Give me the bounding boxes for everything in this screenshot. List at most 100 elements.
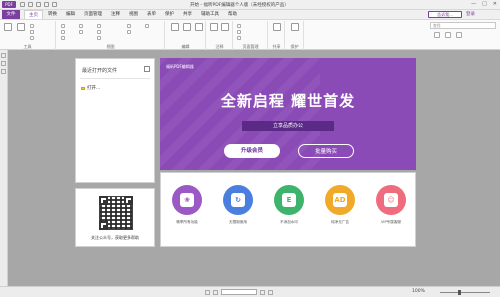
reflow-icon: [97, 24, 101, 28]
extract-page-button[interactable]: [237, 36, 241, 40]
recent-files-title: 最近打开的文件: [82, 68, 118, 74]
page-layout-icon: [97, 30, 101, 34]
note-button[interactable]: [220, 23, 230, 41]
thumbnail-panel-icon[interactable]: [1, 61, 6, 66]
upgrade-member-button[interactable]: 升级会员: [224, 144, 280, 158]
single-page-button[interactable]: [97, 36, 101, 40]
typewriter-button[interactable]: [194, 23, 204, 41]
delete-page-button[interactable]: [237, 30, 241, 34]
share-icon: [273, 23, 281, 31]
fit-width-icon: [61, 30, 65, 34]
feature-item[interactable]: ☺ VIP专属客服: [369, 185, 413, 225]
zoom-icon: [30, 36, 34, 40]
snapshot-button[interactable]: [30, 24, 34, 28]
bookmark-panel-icon[interactable]: [1, 53, 6, 58]
rotate-right-icon: [79, 30, 83, 34]
feature-label: VIP专属客服: [380, 220, 402, 224]
highlight-button[interactable]: [209, 23, 219, 41]
qr-caption: 关注公众号，获取更多帮助: [91, 235, 139, 240]
open-file-link[interactable]: 打开...: [81, 85, 100, 91]
divider: [80, 78, 150, 79]
status-bar: 100%: [0, 286, 500, 297]
insert-page-button[interactable]: [237, 24, 241, 28]
fit-visible-icon: [61, 36, 65, 40]
rotate-right-button[interactable]: [79, 30, 83, 34]
left-nav-strip: [0, 50, 8, 286]
qr-code: [99, 196, 133, 230]
fit-page-button[interactable]: [61, 24, 65, 28]
file-tab[interactable]: 文件: [2, 10, 20, 19]
hand-tool-button[interactable]: [3, 23, 13, 41]
zoom-button[interactable]: [30, 36, 34, 40]
share-button[interactable]: [272, 23, 282, 41]
edit-object-icon: [183, 23, 191, 31]
feature-glyph: ❀: [180, 193, 194, 207]
window-title: 开始 - 福昕PDF编辑器个人版（未经授权的产品）: [190, 3, 289, 8]
fit-visible-button[interactable]: [61, 36, 65, 40]
typewriter-icon: [195, 23, 203, 31]
ribbon-group-tools: 工具: [0, 21, 56, 50]
qr-finder-pattern: [99, 196, 108, 205]
qr-finder-pattern: [99, 221, 108, 230]
banner-headline: 全新启程 耀世首发: [220, 92, 356, 110]
protect-button[interactable]: [290, 23, 300, 41]
customer-service-icon: ☺: [376, 185, 406, 215]
zoom-slider[interactable]: [440, 290, 490, 295]
edit-text-button[interactable]: [170, 23, 180, 41]
layers-panel-icon[interactable]: [1, 69, 6, 74]
fit-page-icon: [61, 24, 65, 28]
page-navigator: [205, 289, 273, 295]
next-page-icon[interactable]: [260, 289, 265, 295]
ribbon-group-view: 视图: [57, 21, 165, 50]
thumbnail-button[interactable]: [127, 30, 131, 34]
note-icon: [221, 23, 229, 31]
bookmark-button[interactable]: [127, 24, 131, 28]
collapse-ribbon-icon[interactable]: [456, 32, 462, 38]
feature-glyph: ↻: [231, 193, 245, 207]
flower-icon: ❀: [172, 185, 202, 215]
feature-item[interactable]: E 不添加水印: [267, 185, 311, 225]
open-icon[interactable]: [20, 2, 25, 7]
last-page-icon[interactable]: [268, 289, 273, 295]
reflow-button[interactable]: [97, 24, 101, 28]
edit-object-button[interactable]: [182, 23, 192, 41]
search-icon[interactable]: [434, 32, 440, 38]
redo-icon[interactable]: [52, 2, 57, 7]
qr-finder-pattern: [124, 196, 133, 205]
rotate-left-button[interactable]: [79, 24, 83, 28]
clear-history-icon[interactable]: [144, 66, 150, 72]
page-layout-button[interactable]: [97, 30, 101, 34]
zoom-level[interactable]: 100%: [412, 289, 425, 294]
quick-access-toolbar: [20, 2, 57, 7]
save-icon[interactable]: [28, 2, 33, 7]
page-number-input[interactable]: [221, 289, 257, 295]
window-controls: — □ ✕: [471, 1, 497, 7]
close-button[interactable]: ✕: [493, 1, 497, 7]
banner-badge: 立享品质办公: [236, 121, 340, 133]
open-file-label: 打开...: [87, 86, 101, 91]
tell-me-box[interactable]: 告诉我...: [428, 11, 462, 18]
prev-page-icon[interactable]: [213, 289, 218, 295]
recent-files-panel: 最近打开的文件 打开...: [75, 58, 155, 183]
delete-page-icon: [237, 30, 241, 34]
ribbon-group-comment: 注释: [207, 21, 233, 50]
refresh-icon: ↻: [223, 185, 253, 215]
search-input[interactable]: 查找: [430, 22, 496, 29]
ribbon-group-protect: 保护: [286, 21, 304, 50]
feature-item[interactable]: AD 纯净无广告: [318, 185, 362, 225]
clipboard-button[interactable]: [30, 30, 34, 34]
select-tool-button[interactable]: [16, 23, 26, 41]
feature-item[interactable]: ↻ 无限制使用: [216, 185, 260, 225]
fit-width-button[interactable]: [61, 30, 65, 34]
settings-icon[interactable]: [445, 32, 451, 38]
first-page-icon[interactable]: [205, 289, 210, 295]
bulk-purchase-button[interactable]: 批量购买: [298, 144, 354, 158]
login-button[interactable]: 登录: [466, 11, 475, 17]
feature-item[interactable]: ❀ 畅享所有功能: [165, 185, 209, 225]
qr-panel: 关注公众号，获取更多帮助: [75, 188, 155, 247]
read-mode-button[interactable]: [145, 24, 149, 28]
minimize-button[interactable]: —: [471, 1, 476, 7]
print-icon[interactable]: [36, 2, 41, 7]
undo-icon[interactable]: [44, 2, 49, 7]
maximize-button[interactable]: □: [482, 1, 487, 7]
